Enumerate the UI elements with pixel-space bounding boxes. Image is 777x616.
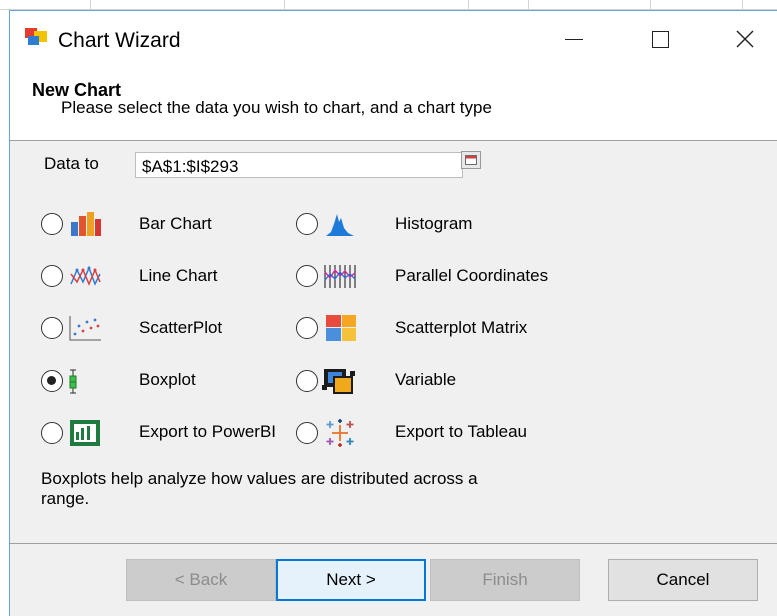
footer-divider xyxy=(10,543,777,544)
radio-line-chart[interactable] xyxy=(41,265,63,287)
app-icon xyxy=(25,28,47,46)
powerbi-icon xyxy=(70,420,100,446)
label-export-tableau: Export to Tableau xyxy=(395,422,527,441)
radio-export-tableau[interactable] xyxy=(296,422,318,444)
range-picker-button[interactable] xyxy=(461,151,481,169)
radio-histogram[interactable] xyxy=(296,213,318,235)
label-bar-chart: Bar Chart xyxy=(139,214,212,233)
grid-line xyxy=(284,0,285,10)
grid-line xyxy=(468,0,469,10)
finish-button[interactable]: Finish xyxy=(430,559,580,601)
range-picker-icon xyxy=(465,155,477,165)
radio-bar-chart[interactable] xyxy=(41,213,63,235)
label-variable: Variable xyxy=(395,370,457,389)
data-range-label: Data to xyxy=(44,154,99,173)
scatterplot-icon xyxy=(69,316,101,341)
radio-export-powerbi[interactable] xyxy=(41,422,63,444)
option-boxplot[interactable] xyxy=(41,367,103,395)
grid-line xyxy=(742,0,743,10)
radio-variable[interactable] xyxy=(296,370,318,392)
option-line-chart[interactable] xyxy=(41,262,103,290)
grid-line xyxy=(528,0,529,10)
scatterplot-matrix-icon xyxy=(326,315,356,341)
tableau-icon xyxy=(326,419,354,447)
variable-icon xyxy=(322,369,355,394)
option-parallel-coordinates[interactable] xyxy=(296,262,358,290)
close-button[interactable] xyxy=(722,21,768,57)
option-variable[interactable] xyxy=(296,367,358,395)
chart-wizard-window: Chart Wizard New Chart Please select the… xyxy=(9,10,777,616)
label-export-powerbi: Export to PowerBI xyxy=(139,422,277,441)
label-parallel-coordinates: Parallel Coordinates xyxy=(395,266,549,285)
line-chart-icon xyxy=(70,265,101,286)
option-bar-chart[interactable] xyxy=(41,210,103,238)
histogram-icon xyxy=(326,214,354,236)
back-button[interactable]: < Back xyxy=(126,559,276,601)
label-scatterplot: ScatterPlot xyxy=(139,318,223,337)
radio-scatterplot[interactable] xyxy=(41,317,63,339)
minimize-icon xyxy=(565,38,583,40)
bar-chart-icon xyxy=(71,212,101,236)
radio-boxplot[interactable] xyxy=(41,370,63,392)
maximize-button[interactable] xyxy=(637,21,683,57)
label-line-chart: Line Chart xyxy=(139,266,218,285)
wizard-header: New Chart Please select the data you wis… xyxy=(10,69,777,141)
title-bar: Chart Wizard xyxy=(10,11,777,69)
header-subtitle: Please select the data you wish to chart… xyxy=(61,98,492,117)
radio-parallel-coordinates[interactable] xyxy=(296,265,318,287)
close-icon xyxy=(736,30,754,48)
window-title: Chart Wizard xyxy=(58,29,181,52)
option-scatterplot-matrix[interactable] xyxy=(296,314,358,342)
label-scatterplot-matrix: Scatterplot Matrix xyxy=(395,318,528,337)
grid-line xyxy=(650,0,651,10)
next-button[interactable]: Next > xyxy=(276,559,426,601)
grid-line xyxy=(90,0,91,10)
cancel-button[interactable]: Cancel xyxy=(608,559,758,601)
parallel-coordinates-icon xyxy=(324,265,356,288)
minimize-button[interactable] xyxy=(551,21,597,57)
chart-description: Boxplots help analyze how values are dis… xyxy=(41,469,478,508)
boxplot-icon xyxy=(69,369,77,394)
background-spreadsheet-strip xyxy=(0,0,777,10)
option-export-powerbi[interactable] xyxy=(41,419,103,447)
radio-scatterplot-matrix[interactable] xyxy=(296,317,318,339)
data-range-input[interactable]: $A$1:$I$293 xyxy=(135,152,463,178)
option-export-tableau[interactable] xyxy=(296,419,358,447)
option-scatterplot[interactable] xyxy=(41,314,103,342)
maximize-icon xyxy=(651,30,669,48)
label-histogram: Histogram xyxy=(395,214,473,233)
label-boxplot: Boxplot xyxy=(139,370,196,389)
option-histogram[interactable] xyxy=(296,210,358,238)
